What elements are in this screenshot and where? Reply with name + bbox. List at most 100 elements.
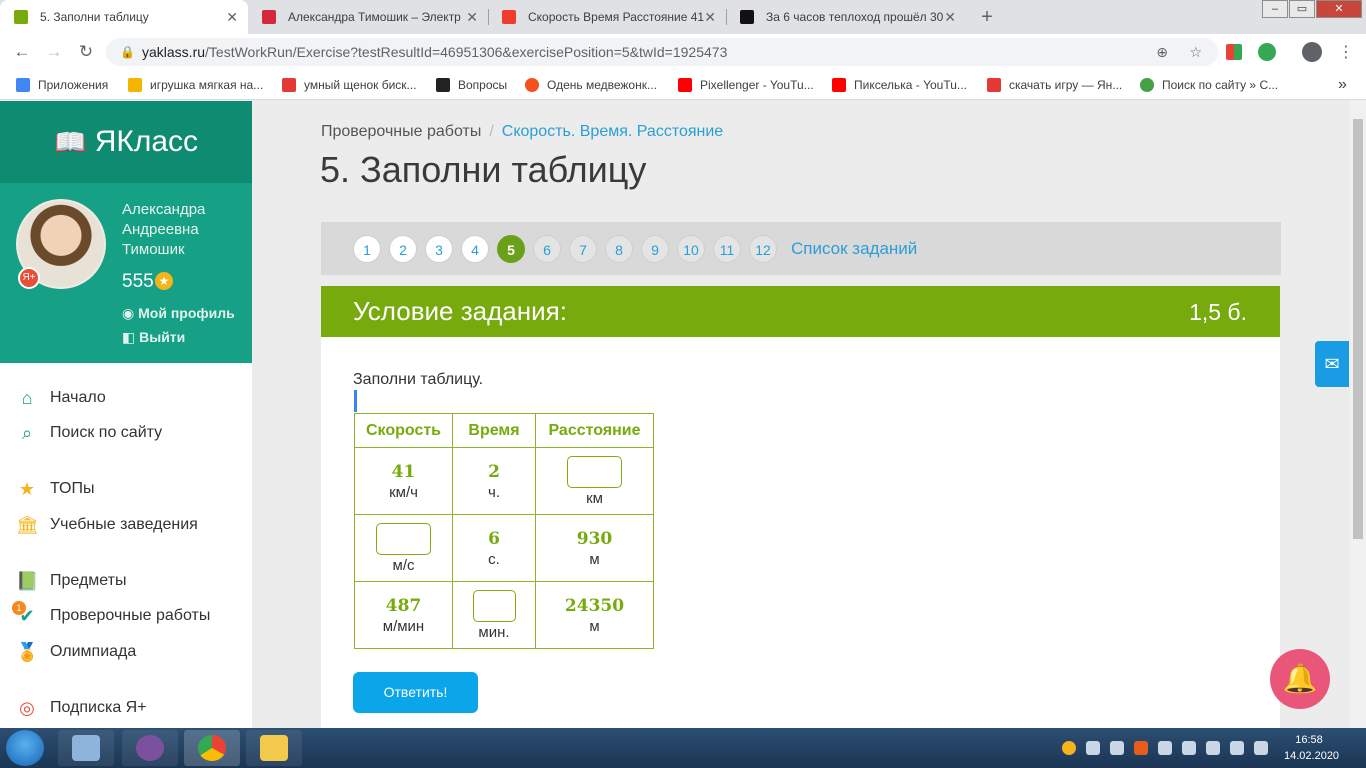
minimize-window-button[interactable]: – <box>1262 0 1288 18</box>
page-button-1[interactable]: 1 <box>353 235 381 263</box>
maximize-window-button[interactable]: ▭ <box>1289 0 1315 18</box>
add-icon[interactable]: ⊕ <box>1156 38 1168 66</box>
page-button-2[interactable]: 2 <box>389 235 417 263</box>
condition-header: Условие задания: 1,5 б. <box>321 286 1280 337</box>
sidebar-item-search[interactable]: ⌕ Поиск по сайту <box>16 421 162 445</box>
close-tab-icon[interactable]: ✕ <box>944 0 956 34</box>
breadcrumb-root[interactable]: Проверочные работы <box>321 123 481 140</box>
user-name-line: Тимошик <box>122 241 185 258</box>
new-tab-button[interactable]: + <box>974 4 1000 30</box>
tray-app-icon[interactable] <box>1158 741 1172 755</box>
language-icon[interactable] <box>1254 741 1268 755</box>
system-clock[interactable]: 16:58 14.02.2020 <box>1284 732 1339 764</box>
time-answer-input[interactable] <box>472 589 516 622</box>
bookmark-item[interactable]: Одень медвежонк... <box>525 70 657 100</box>
bookmark-item[interactable]: Вопросы <box>436 70 507 100</box>
tab-active[interactable]: 5. Заполни таблицу ✕ <box>0 0 248 34</box>
task-list-link[interactable]: Список заданий <box>791 239 917 259</box>
flag-icon[interactable] <box>1182 741 1196 755</box>
youtube-icon <box>678 78 692 92</box>
url-path: /TestWorkRun/Exercise?testResultId=46951… <box>205 44 728 60</box>
logo[interactable]: 📖 ЯКласс <box>0 101 252 183</box>
network-signal-icon[interactable] <box>1230 741 1244 755</box>
sidebar-item-schools[interactable]: 🏛 Учебные заведения <box>16 513 198 537</box>
submit-answer-button[interactable]: Ответить! <box>353 672 478 713</box>
address-bar[interactable]: 🔒 yaklass.ru/TestWorkRun/Exercise?testRe… <box>106 38 1218 66</box>
windows-start-icon[interactable] <box>6 730 44 766</box>
computer-icon <box>72 735 100 761</box>
home-icon: ⌂ <box>21 388 33 408</box>
tray-app-icon[interactable] <box>1110 741 1124 755</box>
page-button-3[interactable]: 3 <box>425 235 453 263</box>
notification-bell-icon[interactable]: 🔔 <box>1270 649 1330 709</box>
close-window-button[interactable]: ✕ <box>1316 0 1362 18</box>
feedback-mail-icon[interactable]: ✉ <box>1315 341 1349 387</box>
bookmark-item[interactable]: Поиск по сайту » С... <box>1140 70 1278 100</box>
back-arrow-icon[interactable]: ← <box>12 42 32 62</box>
sidebar-item-subscription[interactable]: ◎ Подписка Я+ <box>16 696 146 720</box>
table-row: м/с 6 с. 930 м <box>354 514 654 582</box>
extension-icon[interactable] <box>1226 44 1242 60</box>
page-button-5-current[interactable]: 5 <box>497 235 525 263</box>
distance-answer-input[interactable] <box>567 455 622 488</box>
breadcrumb-separator: / <box>489 123 494 140</box>
page-button-7[interactable]: 7 <box>569 235 597 263</box>
close-tab-icon[interactable]: ✕ <box>704 0 716 34</box>
volume-icon[interactable] <box>1206 741 1220 755</box>
page-button-10[interactable]: 10 <box>677 235 705 263</box>
user-name-line: Андреевна <box>122 221 199 238</box>
browser-menu-icon[interactable]: ⋮ <box>1338 42 1354 62</box>
page-button-4[interactable]: 4 <box>461 235 489 263</box>
bookmark-item[interactable]: Pixellenger - YouTu... <box>678 70 814 100</box>
page-button-12[interactable]: 12 <box>749 235 777 263</box>
znanija-favicon-icon <box>740 10 754 24</box>
clock-time: 16:58 <box>1295 734 1323 746</box>
page-button-8[interactable]: 8 <box>605 235 633 263</box>
close-tab-icon[interactable]: ✕ <box>226 0 238 34</box>
bookmark-item[interactable]: скачать игру — Ян... <box>987 70 1122 100</box>
tab[interactable]: Скорость Время Расстояние 41 ✕ <box>488 0 726 34</box>
my-profile-link[interactable]: ◉ Мой профиль <box>122 305 235 322</box>
tab[interactable]: За 6 часов теплоход прошёл 30 ✕ <box>726 0 966 34</box>
tray-app-icon[interactable] <box>1134 741 1148 755</box>
close-tab-icon[interactable]: ✕ <box>466 0 478 34</box>
page-button-9[interactable]: 9 <box>641 235 669 263</box>
bookmark-star-icon[interactable]: ☆ <box>1189 38 1202 66</box>
scrollbar-thumb[interactable] <box>1353 119 1363 539</box>
logout-link[interactable]: ◧ Выйти <box>122 329 185 346</box>
account-icon[interactable] <box>1302 42 1322 62</box>
more-bookmarks-button[interactable]: » <box>1332 70 1347 100</box>
tab[interactable]: Александра Тимошик – Электр ✕ <box>248 0 488 34</box>
task-pager: 1 2 3 4 5 6 7 8 9 10 11 12 Список задани… <box>321 222 1281 275</box>
tray-app-icon[interactable] <box>1086 741 1100 755</box>
taskbar-app-viber[interactable] <box>122 730 178 766</box>
yandex-favicon-icon <box>502 10 516 24</box>
sidebar-item-tops[interactable]: ★ ТОПы <box>16 477 95 501</box>
page-button-6[interactable]: 6 <box>533 235 561 263</box>
forward-arrow-icon[interactable]: → <box>44 42 64 62</box>
shield-extension-icon[interactable] <box>1258 43 1276 61</box>
bookmark-item[interactable]: умный щенок биск... <box>282 70 417 100</box>
table-cell: 487 м/мин <box>354 581 453 649</box>
viber-icon <box>136 735 164 761</box>
sidebar-item-subjects[interactable]: 📗 Предметы <box>16 569 126 593</box>
answer-table: Скорость Время Расстояние 41 км/ч 2 ч. км … <box>354 413 654 649</box>
tray-app-icon[interactable] <box>1062 741 1076 755</box>
speed-answer-input[interactable] <box>376 522 431 555</box>
page-title: 5. Заполни таблицу <box>320 149 647 190</box>
sidebar-item-olympiad[interactable]: 🏅 Олимпиада <box>16 640 136 664</box>
bookmark-item[interactable]: Пикселька - YouTu... <box>832 70 967 100</box>
page-scrollbar[interactable] <box>1350 101 1366 728</box>
sidebar-item-tests[interactable]: ✔ Проверочные работы <box>16 604 210 628</box>
bookmark-item[interactable]: Приложения <box>16 70 108 100</box>
youtube-icon <box>832 78 846 92</box>
bookmark-item[interactable]: игрушка мягкая на... <box>128 70 263 100</box>
sidebar-item-home[interactable]: ⌂ Начало <box>16 386 106 410</box>
column-header-distance: Расстояние <box>535 413 654 448</box>
taskbar-app-computer[interactable] <box>58 730 114 766</box>
page-button-11[interactable]: 11 <box>713 235 741 263</box>
taskbar-app-explorer[interactable] <box>246 730 302 766</box>
reload-icon[interactable]: ↻ <box>76 42 96 62</box>
taskbar-app-chrome[interactable] <box>184 730 240 766</box>
breadcrumb-current-link[interactable]: Скорость. Время. Расстояние <box>502 123 723 140</box>
